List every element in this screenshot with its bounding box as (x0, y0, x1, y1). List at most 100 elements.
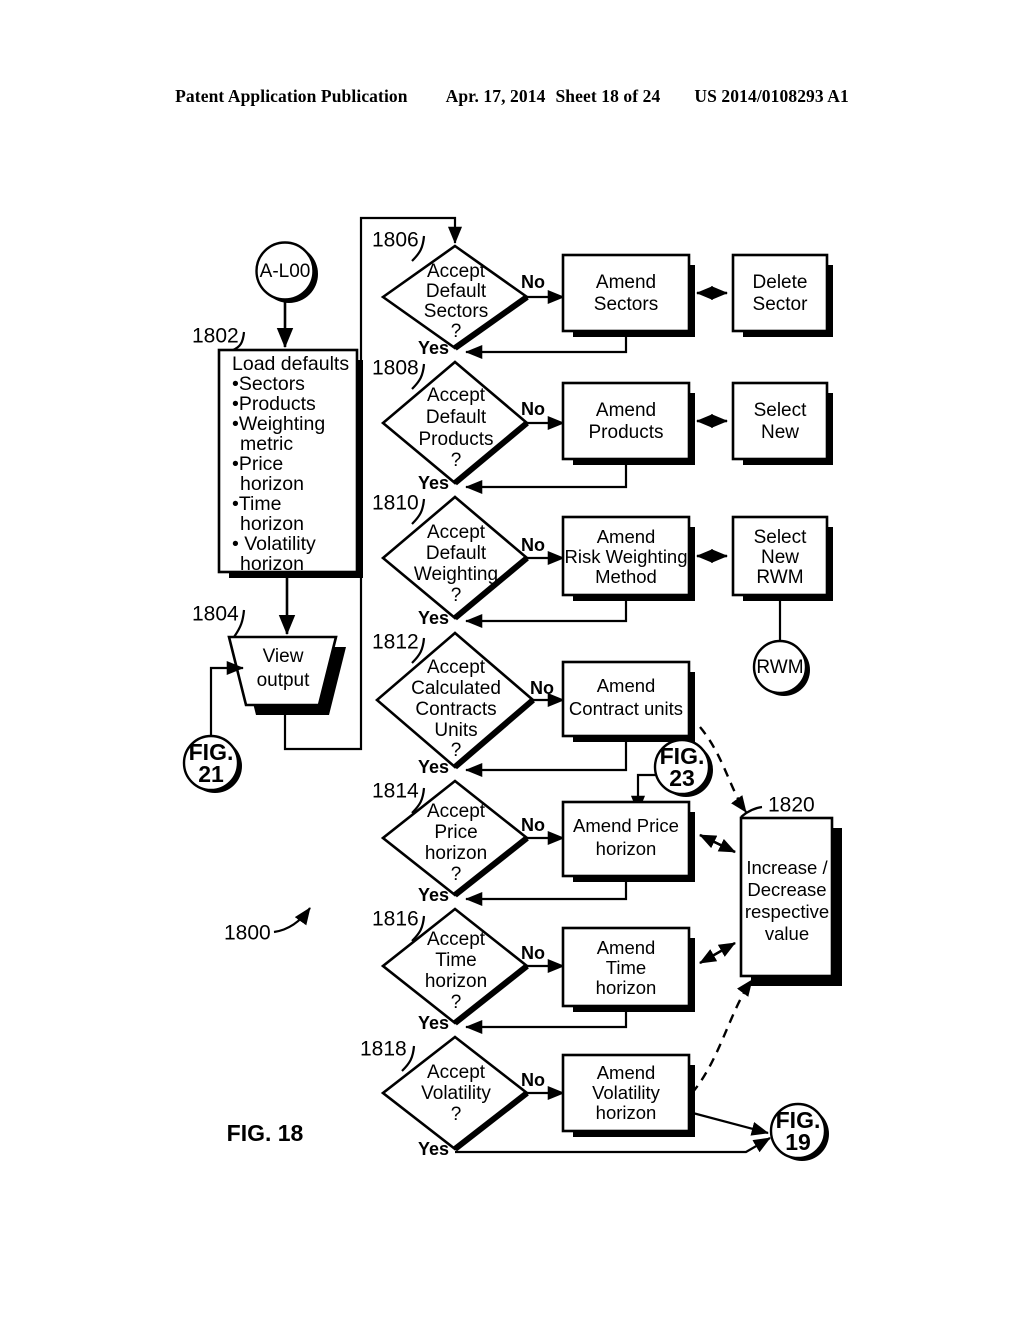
amend-contract-units-line-2: Contract units (569, 698, 683, 719)
branch-label-no-1806: No (521, 272, 545, 292)
amend-products-line-2: Products (589, 422, 664, 443)
edge-1818-yes-to-fig19 (455, 1137, 771, 1154)
ref-1800: 1800 (224, 922, 271, 945)
increase-decrease-box: Increase / Decrease respective value 182… (739, 794, 842, 986)
decision-1818-line-1: Accept (427, 1062, 486, 1083)
delete-sector-line-2: Sector (753, 294, 809, 315)
connector-fig-23-line-2: 23 (669, 765, 695, 791)
decision-1812-line-2: Calculated (411, 678, 501, 699)
amend-volatility-line-3: horizon (596, 1102, 657, 1123)
branch-label-yes-1814: Yes (418, 885, 449, 905)
decision-1806-line-2: Default (426, 281, 487, 302)
decision-1816: Accept Time horizon ? 1816 (372, 907, 530, 1026)
branch-label-yes-1808: Yes (418, 473, 449, 493)
connector-fig-19: FIG. 19 (769, 1102, 829, 1161)
ref-1816: 1816 (372, 908, 419, 931)
select-new-rwm-line-2: New (761, 547, 799, 568)
decision-1814-line-3: horizon (425, 843, 487, 864)
edge-amendtimehorizon-to-increasedecrease (699, 941, 736, 965)
decision-1816-line-4: ? (451, 992, 462, 1013)
edge-amendpricehorizon-to-increasedecrease (699, 833, 736, 854)
load-defaults-item-7: horizon (240, 513, 304, 535)
amend-products-box: Amend Products (561, 381, 695, 465)
ref-1814: 1814 (372, 780, 419, 803)
edge-amendvolatility-to-fig19 (688, 1110, 769, 1136)
amend-volatility-line-1: Amend (597, 1062, 656, 1083)
decision-1818-line-3: ? (451, 1104, 462, 1125)
connector-rwm-label: RWM (756, 657, 803, 678)
branch-label-no-1816: No (521, 943, 545, 963)
branch-label-no-1810: No (521, 535, 545, 555)
decision-1810: Accept Default Weighting ? 1810 (372, 492, 530, 621)
increase-decrease-line-2: Decrease (747, 879, 826, 900)
amend-products-line-1: Amend (596, 400, 656, 421)
decision-1814-line-1: Accept (427, 801, 486, 822)
load-defaults-box: Load defaults •Sectors •Products •Weight… (192, 325, 363, 578)
start-connector-label: A-L00 (260, 261, 311, 282)
decision-1808-line-4: ? (451, 450, 462, 471)
edge-amendvolatility-to-increasedecrease (691, 979, 753, 1094)
decision-1808-line-2: Default (426, 407, 487, 428)
decision-1806-line-4: ? (451, 321, 462, 342)
amend-time-horizon-box: Amend Time horizon (561, 926, 695, 1012)
increase-decrease-line-4: value (765, 923, 809, 944)
amend-rwm-line-3: Method (595, 566, 657, 587)
branch-label-yes-1810: Yes (418, 608, 449, 628)
select-new-box: Select New (731, 381, 833, 465)
amend-price-horizon-box: Amend Price horizon (561, 800, 695, 882)
decision-1816-line-3: horizon (425, 971, 487, 992)
amend-time-horizon-line-1: Amend (597, 937, 656, 958)
amend-volatility-horizon-box: Amend Volatility horizon (561, 1053, 695, 1137)
branch-label-no-1808: No (521, 399, 545, 419)
decision-1808-line-3: Products (419, 429, 494, 450)
decision-1816-line-1: Accept (427, 929, 486, 950)
ref-1806: 1806 (372, 229, 419, 252)
branch-label-yes-1816: Yes (418, 1013, 449, 1033)
load-defaults-item-9: horizon (240, 553, 304, 575)
delete-sector-box: Delete Sector (731, 253, 833, 337)
decision-1806-line-3: Sectors (424, 301, 488, 322)
load-defaults-item-6: •Time (232, 493, 281, 515)
connector-fig-21: FIG. 21 (182, 660, 244, 793)
load-defaults-title: Load defaults (232, 353, 349, 375)
ref-1804: 1804 (192, 603, 239, 626)
amend-rwm-line-1: Amend (597, 526, 656, 547)
branch-label-yes-1806: Yes (418, 338, 449, 358)
ref-1812: 1812 (372, 631, 419, 654)
connector-rwm: RWM (752, 595, 810, 696)
branch-label-no-1812: No (530, 678, 554, 698)
connector-fig-19-line-2: 19 (785, 1129, 811, 1155)
ref-1818: 1818 (360, 1038, 407, 1061)
select-new-rwm-box: Select New RWM (731, 515, 833, 601)
decision-1812-line-4: Units (434, 720, 477, 741)
patent-figure-18: A-L00 Load defaults •Sectors •Products •… (0, 0, 1024, 1320)
ref-1820: 1820 (768, 794, 815, 817)
decision-1806-line-1: Accept (427, 261, 486, 282)
decision-1814: Accept Price horizon ? 1814 (372, 779, 530, 898)
amend-contract-units-line-1: Amend (597, 675, 656, 696)
amend-risk-weighting-method-box: Amend Risk Weighting Method (561, 515, 695, 601)
decision-1818-line-2: Volatility (421, 1083, 491, 1104)
view-output-line-2: output (257, 670, 311, 691)
figure-title: FIG. 18 (227, 1120, 304, 1146)
amend-sectors-line-1: Amend (596, 272, 656, 293)
amend-price-horizon-line-1: Amend Price (573, 815, 679, 836)
ref-1802: 1802 (192, 325, 239, 348)
connector-fig-21-line-2: 21 (198, 761, 224, 787)
decision-1812-line-5: ? (451, 740, 462, 761)
select-new-line-2: New (761, 422, 799, 443)
amend-contract-units-box: Amend Contract units (561, 660, 695, 742)
decision-1812: Accept Calculated Contracts Units ? 1812 (372, 631, 535, 770)
load-defaults-item-3: metric (240, 433, 293, 455)
increase-decrease-line-1: Increase / (746, 857, 828, 878)
increase-decrease-line-3: respective (745, 901, 829, 922)
amend-sectors-box: Amend Sectors (561, 253, 695, 337)
load-defaults-item-8: • Volatility (232, 533, 316, 555)
start-connector-a-l00: A-L00 (255, 241, 318, 349)
amend-sectors-line-2: Sectors (594, 294, 658, 315)
decision-1810-line-2: Default (426, 543, 487, 564)
view-output-line-1: View (263, 646, 304, 667)
branch-label-no-1818: No (521, 1070, 545, 1090)
decision-1812-line-1: Accept (427, 657, 486, 678)
load-defaults-item-5: horizon (240, 473, 304, 495)
